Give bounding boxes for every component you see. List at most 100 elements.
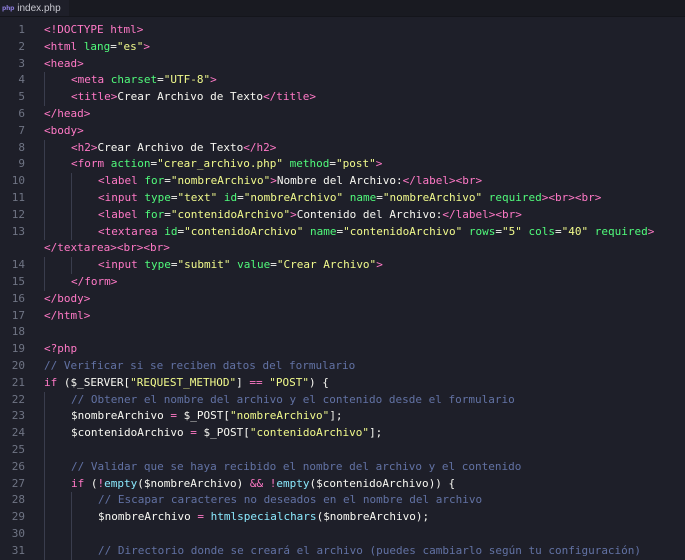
indent-guide <box>44 189 45 207</box>
code-line[interactable]: 27 if (!empty($nombreArchivo) && !empty($… <box>0 475 685 493</box>
editor-tab-bar: php index.php <box>0 0 685 17</box>
indent-guide <box>44 425 45 442</box>
indent-guide <box>71 542 72 560</box>
code-line[interactable]: 16 </body> <box>0 291 685 308</box>
code-line[interactable]: </textarea><br><br> <box>0 240 685 257</box>
line-number: 28 <box>11 493 25 507</box>
code-line[interactable]: 30 <box>0 525 685 543</box>
code-text: <input type="text" id="nombreArchivo" na… <box>98 190 602 204</box>
code-text: </form> <box>71 274 118 288</box>
file-tab[interactable]: php index.php <box>0 0 69 16</box>
code-text: </head> <box>44 106 91 120</box>
indent-guide <box>44 72 45 90</box>
code-text: <html lang="es"> <box>44 39 150 53</box>
line-number: 14 <box>11 258 25 272</box>
code-line[interactable]: 31 // Directorio donde se creará el archi… <box>0 542 685 560</box>
indent-guide <box>71 206 72 224</box>
line-number: 6 <box>18 106 25 120</box>
code-text: // Obtener el nombre del archivo y el co… <box>71 392 515 406</box>
code-line[interactable]: 24 $contenidoArchivo = $_POST["contenidoA… <box>0 425 685 442</box>
indent-guide <box>44 223 45 241</box>
line-number: 20 <box>11 358 25 372</box>
line-number: 29 <box>11 510 25 524</box>
indent-guide <box>44 475 45 493</box>
indent-guide <box>71 173 72 190</box>
line-number: 7 <box>18 123 25 137</box>
code-line[interactable]: 28 // Escapar caracteres no deseados en e… <box>0 492 685 510</box>
code-line[interactable]: 5 <title>Crear Archivo de Texto</title> <box>0 89 685 106</box>
code-line[interactable]: 19 <?php <box>0 341 685 358</box>
code-line[interactable]: 14 <input type="submit" value="Crear Arch… <box>0 257 685 274</box>
indent-guide <box>44 273 45 291</box>
line-number: 5 <box>18 90 25 104</box>
indent-guide <box>44 441 45 459</box>
code-line[interactable]: 7 <body> <box>0 123 685 140</box>
line-number: 15 <box>11 274 25 288</box>
code-line[interactable]: 15 </form> <box>0 273 685 291</box>
php-file-icon: php <box>2 4 15 12</box>
line-number: 22 <box>11 392 25 406</box>
line-number: 17 <box>11 308 25 322</box>
code-line[interactable]: 9 <form action="crear_archivo.php" method… <box>0 156 685 174</box>
code-line[interactable]: 18 <box>0 324 685 341</box>
indent-guide <box>71 492 72 510</box>
code-line[interactable]: 13 <textarea id="contenidoArchivo" name="… <box>0 223 685 241</box>
code-line[interactable]: 2 <html lang="es"> <box>0 39 685 56</box>
line-number: 24 <box>11 426 25 440</box>
line-number: 26 <box>11 459 25 473</box>
line-number: 13 <box>11 224 25 238</box>
code-line[interactable]: 17 </html> <box>0 308 685 325</box>
indent-guide <box>71 257 72 274</box>
line-number: 12 <box>11 207 25 221</box>
code-line[interactable]: 11 <input type="text" id="nombreArchivo" … <box>0 189 685 207</box>
code-text: <textarea id="contenidoArchivo" name="co… <box>98 224 655 238</box>
code-text: $nombreArchivo = htmlspecialchars($nombr… <box>98 510 430 524</box>
code-text: </textarea><br><br> <box>44 241 170 255</box>
code-text: // Verificar si se reciben datos del for… <box>44 358 356 372</box>
line-number: 3 <box>18 56 25 70</box>
line-number: 25 <box>11 442 25 456</box>
line-number: 23 <box>11 409 25 423</box>
line-number: 11 <box>11 190 25 204</box>
code-line[interactable]: 3 <head> <box>0 56 685 73</box>
code-line[interactable]: 26 // Validar que se haya recibido el nom… <box>0 458 685 476</box>
indent-guide <box>44 525 45 543</box>
code-line[interactable]: 29 $nombreArchivo = htmlspecialchars($nom… <box>0 509 685 526</box>
line-number: 31 <box>11 543 25 557</box>
indent-guide <box>44 408 45 426</box>
code-text: <meta charset="UTF-8"> <box>71 73 217 87</box>
code-text: if (!empty($nombreArchivo) && !empty($co… <box>71 476 456 490</box>
line-number: 2 <box>18 39 25 53</box>
code-line[interactable]: 1 <!DOCTYPE html> <box>0 22 685 39</box>
code-text: // Directorio donde se creará el archivo… <box>98 543 642 557</box>
line-number: 18 <box>11 325 25 339</box>
indent-guide <box>44 509 45 526</box>
line-number: 10 <box>11 174 25 188</box>
code-text: // Escapar caracteres no deseados en el … <box>98 493 483 507</box>
code-line[interactable]: 25 <box>0 441 685 459</box>
code-line[interactable]: 23 $nombreArchivo = $_POST["nombreArchivo… <box>0 408 685 426</box>
code-line[interactable]: 6 </head> <box>0 106 685 123</box>
code-text: <title>Crear Archivo de Texto</title> <box>71 90 317 104</box>
code-line[interactable]: 21 if ($_SERVER["REQUEST_METHOD"] == "POS… <box>0 375 685 392</box>
code-text: <label for="nombreArchivo">Nombre del Ar… <box>98 174 483 188</box>
line-number: 30 <box>11 526 25 540</box>
code-text: $nombreArchivo = $_POST["nombreArchivo"]… <box>71 409 343 423</box>
code-line[interactable]: 22 // Obtener el nombre del archivo y el … <box>0 391 685 409</box>
indent-guide <box>44 156 45 174</box>
code-text: <input type="submit" value="Crear Archiv… <box>98 258 383 272</box>
code-line[interactable]: 10 <label for="nombreArchivo">Nombre del … <box>0 173 685 190</box>
file-tab-label: index.php <box>17 2 61 14</box>
code-text: <!DOCTYPE html> <box>44 23 144 36</box>
code-line[interactable]: 12 <label for="contenidoArchivo">Contenid… <box>0 206 685 224</box>
line-number: 4 <box>18 73 25 87</box>
indent-guide <box>44 89 45 106</box>
line-number: 27 <box>11 476 25 490</box>
indent-guide <box>44 458 45 476</box>
code-line[interactable]: 20 // Verificar si se reciben datos del f… <box>0 358 685 375</box>
code-line[interactable]: 4 <meta charset="UTF-8"> <box>0 72 685 90</box>
line-number: 21 <box>11 375 25 389</box>
code-line[interactable]: 8 <h2>Crear Archivo de Texto</h2> <box>0 139 685 157</box>
code-text: <label for="contenidoArchivo">Contenido … <box>98 207 522 221</box>
code-editor[interactable]: 1 <!DOCTYPE html> 2 <html lang="es"> 3 <head>… <box>0 17 685 560</box>
